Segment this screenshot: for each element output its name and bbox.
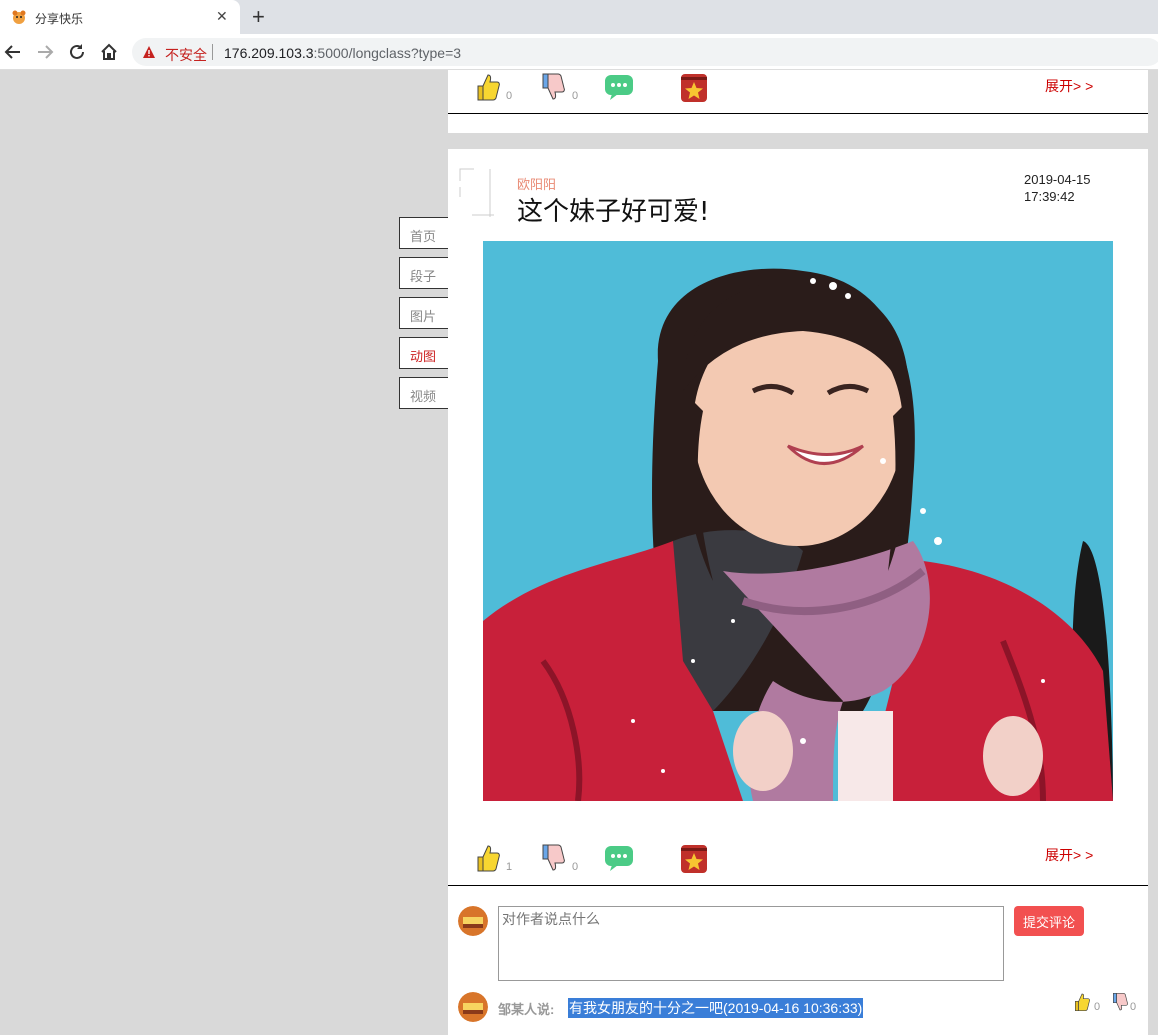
browser-tab[interactable]: 分享快乐 ✕	[0, 0, 240, 34]
reload-icon[interactable]	[66, 41, 88, 63]
site-favicon-icon	[12, 10, 26, 24]
divider-line	[448, 885, 1148, 886]
chat-bubble-icon[interactable]	[604, 72, 634, 102]
chat-bubble-icon[interactable]	[604, 843, 634, 873]
content-column: 0 0 展开> > 欧阳阳 这个妹子好可爱! 2019-04-15 17:39:…	[448, 70, 1148, 1035]
forward-icon[interactable]	[34, 41, 56, 63]
not-secure-warning-icon	[143, 46, 155, 58]
thumbs-up-icon[interactable]	[475, 72, 501, 102]
comment-username: 邹某人说:	[498, 1002, 555, 1017]
commenter-avatar	[458, 992, 488, 1022]
post-title: 这个妹子好可爱!	[517, 197, 710, 227]
not-secure-label: 不安全	[165, 47, 207, 63]
home-icon[interactable]	[98, 41, 120, 63]
category-nav: 首页 段子 图片 动图 视频	[399, 217, 449, 417]
new-tab-icon[interactable]: +	[252, 4, 265, 30]
thumbs-up-icon[interactable]	[1073, 992, 1091, 1012]
comment-text: 有我女朋友的十分之一吧(2019-04-16 10:36:33)	[568, 998, 864, 1018]
thumbs-down-icon[interactable]	[540, 72, 566, 102]
thumbs-down-icon[interactable]	[540, 843, 566, 873]
browser-tab-strip: 分享快乐 ✕ +	[0, 0, 1158, 34]
nav-item-videos[interactable]: 视频	[399, 377, 449, 409]
omnibox-divider	[212, 44, 213, 60]
close-tab-icon[interactable]: ✕	[216, 8, 228, 25]
previous-post-footer: 0 0 展开> >	[448, 70, 1148, 133]
tab-title: 分享快乐	[35, 12, 84, 26]
comment-dislike-count: 0	[1130, 1001, 1137, 1013]
thumbs-up-icon[interactable]	[475, 843, 501, 873]
comment-input[interactable]	[498, 906, 1004, 981]
dislike-count: 0	[572, 861, 579, 873]
previous-post-actions: 0 0 展开> >	[448, 70, 1148, 114]
nav-item-home[interactable]: 首页	[399, 217, 449, 249]
current-user-avatar	[458, 906, 488, 936]
address-toolbar: 不安全 176.209.103.3:5000/longclass?type=3	[0, 34, 1158, 70]
post-timestamp: 2019-04-15 17:39:42	[1024, 172, 1091, 204]
expand-link[interactable]: 展开> >	[1045, 845, 1093, 865]
divider-line	[448, 113, 1148, 114]
thumbs-down-icon[interactable]	[1111, 992, 1129, 1012]
post-gif-image[interactable]	[483, 241, 1113, 801]
star-badge-icon[interactable]	[679, 843, 709, 875]
author-avatar[interactable]	[458, 167, 508, 217]
like-count: 0	[506, 90, 513, 102]
back-icon[interactable]	[2, 41, 24, 63]
nav-item-jokes[interactable]: 段子	[399, 257, 449, 289]
post-actions: 1 0 展开> >	[448, 841, 1148, 885]
url-bar[interactable]: 不安全 176.209.103.3:5000/longclass?type=3	[132, 38, 1158, 66]
expand-link[interactable]: 展开> >	[1045, 76, 1093, 96]
submit-comment-button[interactable]: 提交评论	[1014, 906, 1084, 936]
post-card: 欧阳阳 这个妹子好可爱! 2019-04-15 17:39:42 1 0 展开>…	[448, 149, 1148, 1035]
comment-like-count: 0	[1094, 1001, 1101, 1013]
dislike-count: 0	[572, 90, 579, 102]
nav-item-gifs[interactable]: 动图	[399, 337, 449, 369]
url-text: 176.209.103.3:5000/longclass?type=3	[224, 45, 462, 61]
like-count: 1	[506, 861, 513, 873]
star-badge-icon[interactable]	[679, 72, 709, 104]
nav-item-pictures[interactable]: 图片	[399, 297, 449, 329]
